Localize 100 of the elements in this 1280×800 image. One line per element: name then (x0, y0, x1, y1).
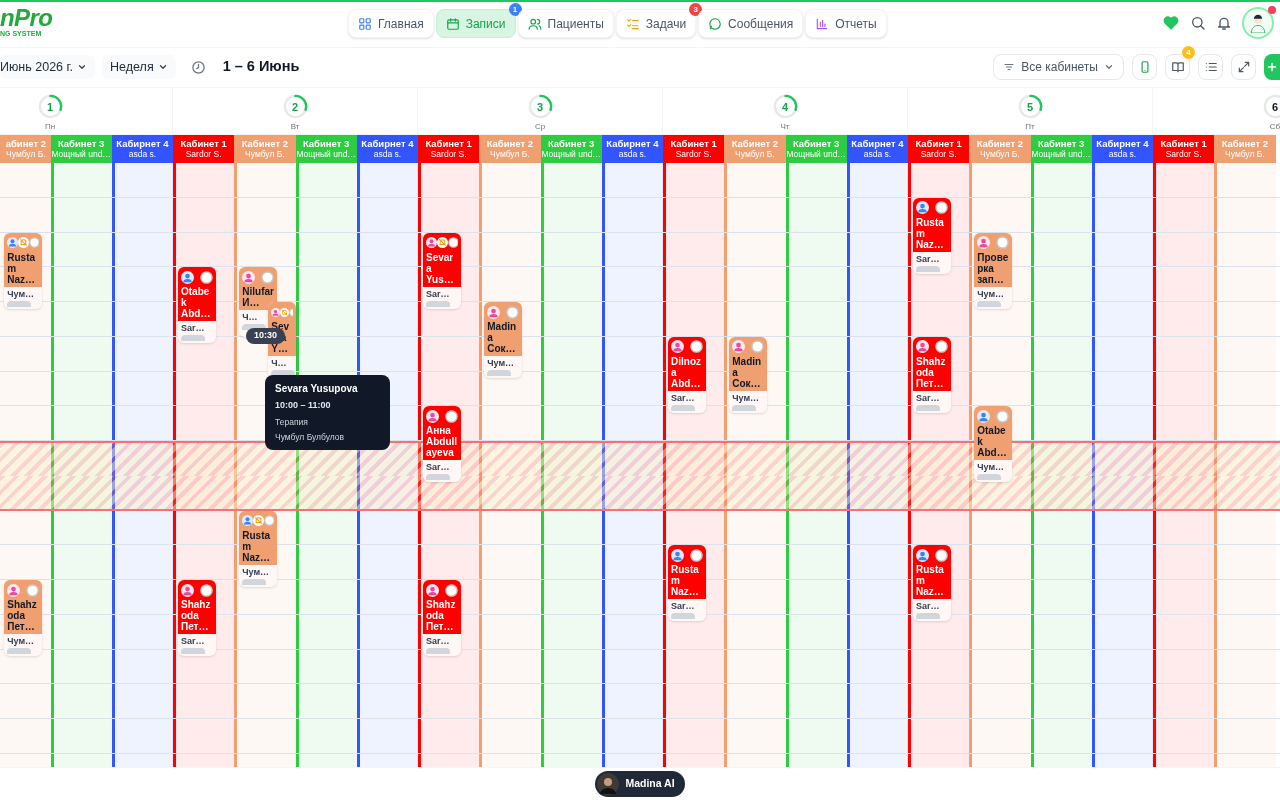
cabinet-name: Кабинет 1 (180, 138, 227, 149)
cabinet-doctor: Чумбул Б. (735, 149, 775, 160)
cabinet-doctor: Мощный und… (51, 149, 111, 160)
appointment-card[interactable]: Shahzoda Пет… Sar… (178, 580, 216, 656)
cabinet-name: Кабирнет 4 (1096, 138, 1149, 149)
cabinet-doctor: Чумбул Б. (980, 149, 1020, 160)
patient-name: Madina Сок… (487, 321, 518, 354)
doctor-name: Чум… (7, 636, 36, 647)
cabinet-header[interactable]: Кабинет 1 Sardor S. (1153, 135, 1215, 163)
cabinet-name: абинет 2 (5, 138, 47, 149)
tooltip-doctor: Чумбул Булбулов (275, 431, 346, 444)
cabinet-filter[interactable]: Все кабинеты (993, 54, 1124, 80)
nav-tab[interactable]: Пациенты (517, 9, 614, 38)
doctor-name: Чум… (242, 566, 271, 578)
cabinet-doctor: asda s. (863, 149, 892, 160)
appointment-card[interactable]: Madina Сок… Чум… (729, 336, 768, 413)
cabinet-name: Кабинет 1 (425, 138, 472, 149)
month-dropdown[interactable]: Июнь 2026 г. (0, 55, 96, 79)
cabinet-doctor: Мощный und… (786, 149, 846, 160)
cabinet-name: Кабинет 2 (241, 138, 289, 149)
cabinet-doctor: asda s. (1108, 149, 1137, 160)
patient-name: Dilnoza Abd… (671, 355, 702, 389)
patient-name: Otabek Abd… (977, 425, 1008, 459)
doctor-name: Sar… (181, 323, 206, 335)
weekday-label: Пн (44, 121, 56, 133)
patient-name: Rustam Naz… (671, 564, 700, 598)
view-dropdown[interactable]: Неделя (102, 55, 176, 79)
cabinet-doctor: asda s. (128, 149, 157, 160)
cabinet-doctor: Sardor S. (1165, 149, 1202, 160)
doctor-name: Чум… (977, 288, 1006, 300)
appointment-card[interactable]: Анна Abdullayeva Sar… (423, 406, 461, 483)
date-range: 1 – 6 Июнь (222, 57, 300, 77)
cabinet-header[interactable]: Кабинет 1 Sardor S. (418, 135, 480, 163)
patient-name: Nilufar И… (242, 286, 275, 309)
patient-name: Проверка зап… (977, 251, 1010, 285)
appointment-card[interactable]: Shahzoda Пет… Чум… (4, 580, 43, 656)
cabinet-header[interactable]: Кабинет 1 Sardor S. (663, 135, 725, 163)
cabinet-name: Кабинет 1 (1160, 138, 1207, 149)
cabinet-name: Кабинет 3 (57, 138, 105, 149)
cabinet-doctor: Чумбул Б. (245, 149, 285, 160)
cabinet-doctor: Sardor S. (675, 149, 712, 160)
appointment-card[interactable]: Rustam Naz… Чум… (4, 232, 43, 309)
patient-name: Madina Сок… (732, 355, 763, 389)
day-number: 1 (46, 100, 54, 113)
patient-name: Shahzoda Пет… (7, 599, 38, 632)
tooltip-title: Sevara Yusupova (275, 382, 359, 396)
cabinet-header[interactable]: Кабирнет 4 asda s. (1091, 135, 1153, 163)
doctor-name: Чум… (7, 288, 36, 300)
appointment-card[interactable]: Dilnoza Abd… Sar… (668, 336, 706, 413)
doctor-name: Чум… (977, 462, 1006, 474)
appointment-card[interactable]: Madina Сок… Чум… (484, 302, 523, 378)
cabinet-name: Кабинет 1 (915, 138, 962, 149)
appointment-card[interactable]: Rustam Naz… Sar… (668, 545, 706, 622)
cabinet-doctor: Мощный und… (541, 149, 601, 160)
cabinet-doctor: Чумбул Б. (6, 149, 46, 160)
cabinet-header[interactable]: Кабинет 1 Sardor S. (173, 135, 235, 163)
weekday-label: Вт (290, 121, 300, 133)
appointment-card[interactable]: Shahzoda Пет… Sar… (913, 336, 951, 413)
appointment-card[interactable]: Otabek Abd… Чум… (974, 406, 1013, 483)
day-number: 2 (291, 100, 299, 113)
cabinet-header[interactable]: Кабирнет 4 asda s. (601, 135, 663, 163)
cabinet-name: Кабинет 3 (792, 138, 840, 149)
weekday-label: Пт (1025, 121, 1035, 133)
nav-tab[interactable]: Сообщения (698, 9, 804, 38)
appointment-card[interactable]: Rustam Naz… Sar… (913, 545, 951, 622)
doctor-name: Ч… (242, 312, 259, 324)
cabinet-name: Кабирнет 4 (851, 138, 904, 149)
cabinet-doctor: Чумбул Б. (490, 149, 530, 160)
appointment-card[interactable]: Rustam Naz… Чум… (239, 510, 278, 587)
cabinet-doctor: Sardor S. (185, 149, 222, 160)
nav-tab[interactable]: Главная (348, 9, 434, 38)
doctor-name: Sar… (916, 253, 941, 265)
appointment-card[interactable]: Проверка зап… Чум… (974, 232, 1013, 309)
cabinet-header[interactable]: Кабинет 1 Sardor S. (908, 135, 970, 163)
cabinet-header[interactable]: Кабирнет 4 asda s. (356, 135, 418, 163)
weekday-label: Сб (1269, 121, 1280, 133)
cabinet-name: Кабинет 2 (1221, 138, 1269, 149)
appointment-card[interactable]: Otabek Abd… Sar… (178, 267, 216, 344)
doctor-name: Чум… (487, 358, 516, 369)
assistant-button[interactable]: Madina AI (595, 771, 685, 797)
appointment-card[interactable]: Shahzoda Пет… Sar… (423, 580, 461, 656)
cabinet-doctor: Sardor S. (430, 149, 467, 160)
cabinet-doctor: asda s. (618, 149, 647, 160)
cabinet-doctor: Sardor S. (920, 149, 957, 160)
doctor-name: Чум… (732, 392, 761, 404)
patient-name: Shahzoda Пет… (916, 355, 947, 389)
day-number: 6 (1271, 100, 1279, 113)
appointment-card[interactable]: Rustam Naz… Sar… (913, 197, 951, 274)
cabinet-name: Кабирнет 4 (361, 138, 414, 149)
cabinet-header[interactable]: Кабирнет 4 asda s. (846, 135, 908, 163)
cabinet-doctor: Мощный und… (1031, 149, 1091, 160)
tooltip-time: 10:00 – 11:00 (275, 399, 332, 412)
cabinet-name: Кабинет 3 (302, 138, 350, 149)
cabinet-doctor: Мощный und… (296, 149, 356, 160)
doctor-name: Sar… (181, 636, 206, 647)
weekday-label: Ср (534, 121, 546, 133)
appointment-card[interactable]: Sevara Yus… Sar… (423, 232, 461, 309)
nav-tab[interactable]: Отчеты (805, 9, 887, 38)
patient-name: Shahzoda Пет… (426, 599, 457, 632)
cabinet-header[interactable]: Кабирнет 4 asda s. (111, 135, 173, 163)
